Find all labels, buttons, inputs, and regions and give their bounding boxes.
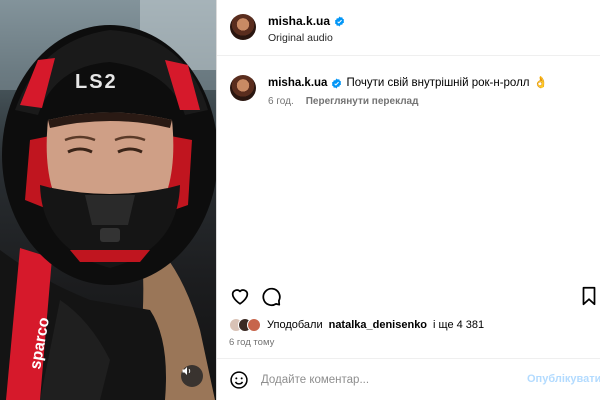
caption-text-row: misha.k.ua Почути свій внутрішній рок-н-… — [268, 76, 548, 91]
likes-summary[interactable]: Уподобали natalka_denisenko і ще 4 381 — [229, 318, 484, 332]
post-header: misha.k.ua Original audio — [217, 0, 600, 56]
helmet-brand: LS2 — [75, 71, 118, 93]
author-username[interactable]: misha.k.ua — [268, 14, 330, 28]
verified-badge-icon — [334, 15, 345, 27]
caption-avatar[interactable] — [230, 75, 256, 101]
caption-time: 6 год. — [268, 96, 294, 107]
likes-prefix: Уподобали — [267, 319, 323, 331]
like-heart-icon[interactable] — [229, 285, 251, 307]
post-panel: misha.k.ua Original audio misha.k.ua Поч… — [216, 0, 600, 400]
translate-link[interactable]: Переглянути переклад — [306, 96, 419, 107]
caption-meta: 6 год. Переглянути переклад — [268, 96, 418, 107]
caption-emoji: 👌 — [533, 77, 548, 89]
emoji-icon[interactable] — [229, 370, 249, 390]
comment-composer: Опублікувати — [217, 358, 600, 400]
post-comment-button[interactable]: Опублікувати — [527, 373, 600, 385]
liker-avatars — [229, 318, 261, 332]
comment-icon[interactable] — [260, 285, 282, 307]
caption-text: Почути свій внутрішній рок-н-ролл — [346, 77, 530, 89]
mute-toggle-button[interactable] — [181, 365, 203, 387]
liker-avatar — [247, 318, 261, 332]
post-time-ago[interactable]: 6 год тому — [229, 337, 274, 348]
action-bar — [217, 283, 600, 309]
likes-count[interactable]: і ще 4 381 — [433, 319, 484, 331]
author-name-row: misha.k.ua — [268, 14, 345, 28]
verified-badge-icon — [332, 78, 342, 89]
caption-username[interactable]: misha.k.ua — [268, 76, 327, 91]
post-media[interactable]: sparco LS2 — [0, 0, 216, 400]
media-video-frame: sparco LS2 — [0, 0, 216, 400]
top-liker-username[interactable]: natalka_denisenko — [329, 319, 427, 331]
audio-label[interactable]: Original audio — [268, 32, 333, 44]
speaker-icon — [182, 367, 191, 375]
save-bookmark-icon[interactable] — [578, 285, 600, 307]
comment-input[interactable] — [261, 367, 523, 393]
author-avatar[interactable] — [230, 14, 256, 40]
